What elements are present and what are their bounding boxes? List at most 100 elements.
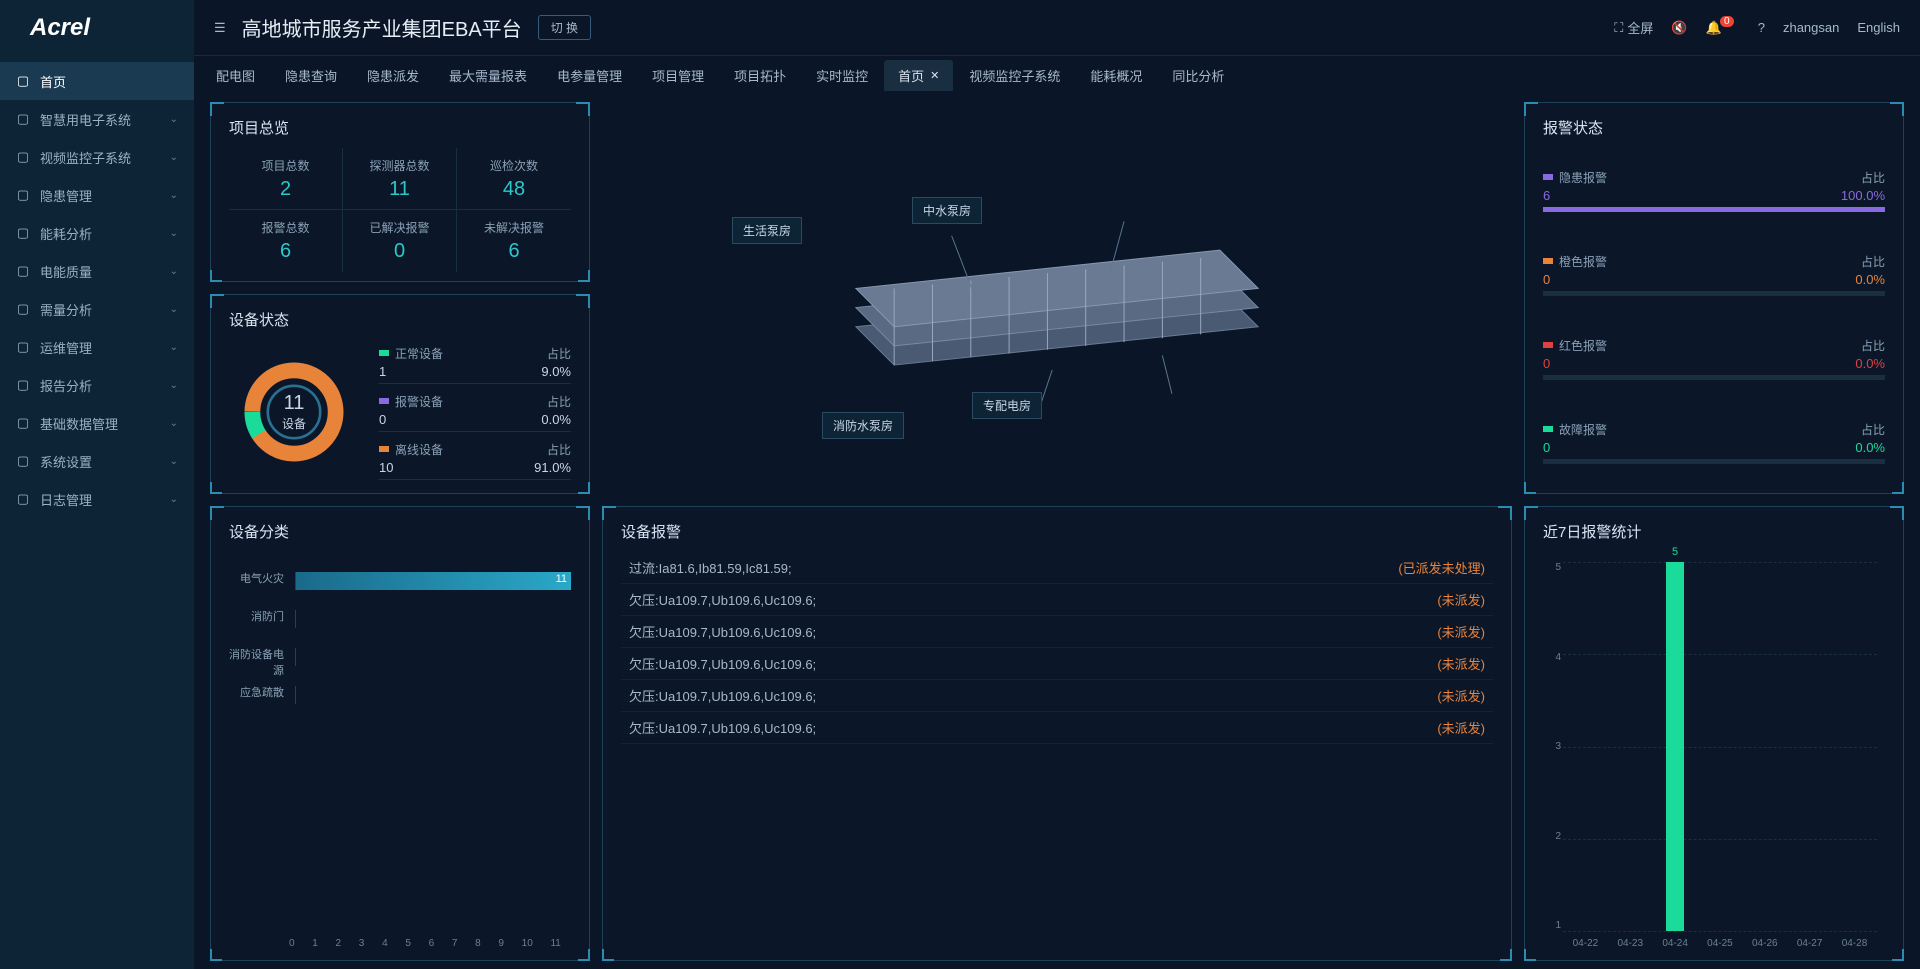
chevron-down-icon: ⌄ <box>170 342 178 353</box>
chevron-down-icon: ⌄ <box>170 114 178 125</box>
report-icon: ▢ <box>16 378 30 392</box>
device-status-row: 正常设备占比19.0% <box>379 345 571 384</box>
alarm-row[interactable]: 欠压:Ua109.7,Ub109.6,Uc109.6;(未派发) <box>621 616 1493 648</box>
alarm-row[interactable]: 欠压:Ua109.7,Ub109.6,Uc109.6;(未派发) <box>621 680 1493 712</box>
tab-0[interactable]: 配电图 <box>202 60 269 91</box>
sidebar-item-8[interactable]: ▢报告分析⌄ <box>0 366 194 404</box>
help-icon[interactable]: ? <box>1758 20 1765 35</box>
overview-cell: 已解决报警0 <box>343 210 457 272</box>
tab-8[interactable]: 首页✕ <box>884 60 953 91</box>
overview-cell: 巡检次数48 <box>457 148 571 210</box>
device-status-row: 离线设备占比1091.0% <box>379 441 571 480</box>
logo-text: Acrel <box>30 14 90 42</box>
tab-7[interactable]: 实时监控 <box>802 60 882 91</box>
overview-cell: 报警总数6 <box>229 210 343 272</box>
logo: Acrel <box>0 0 194 56</box>
notif-badge: 0 <box>1720 16 1734 27</box>
panel-title: 设备分类 <box>229 521 571 542</box>
overview-grid: 项目总数2探测器总数11巡检次数48报警总数6已解决报警0未解决报警6 <box>229 148 571 272</box>
menu-toggle-icon[interactable]: ☰ <box>214 20 226 36</box>
tab-1[interactable]: 隐患查询 <box>271 60 351 91</box>
tab-3[interactable]: 最大需量报表 <box>435 60 541 91</box>
home-icon: ▢ <box>16 74 30 88</box>
alarm-row[interactable]: 欠压:Ua109.7,Ub109.6,Uc109.6;(未派发) <box>621 648 1493 680</box>
panel-seven-day: 近7日报警统计 54321 5 04-2204-2304-2404-2504-2… <box>1524 506 1904 961</box>
notification-button[interactable]: 🔔 0 <box>1706 20 1740 36</box>
switch-button[interactable]: 切 换 <box>538 15 591 40</box>
gear-icon: ▢ <box>16 454 30 468</box>
sidebar-item-10[interactable]: ▢系统设置⌄ <box>0 442 194 480</box>
room-tag[interactable]: 生活泵房 <box>732 217 802 244</box>
sidebar-item-2[interactable]: ▢视频监控子系统⌄ <box>0 138 194 176</box>
tab-6[interactable]: 项目拓扑 <box>720 60 800 91</box>
panel-title: 近7日报警统计 <box>1543 521 1885 542</box>
device-stats: 正常设备占比19.0%报警设备占比00.0%离线设备占比1091.0% <box>379 340 571 484</box>
dashboard: 项目总览 项目总数2探测器总数11巡检次数48报警总数6已解决报警0未解决报警6… <box>194 94 1920 969</box>
chevron-down-icon: ⌄ <box>170 380 178 391</box>
panel-device-category: 设备分类 电气火灾11消防门消防设备电源应急疏散01234567891011 <box>210 506 590 961</box>
alarm-list: 过流:Ia81.6,Ib81.59,Ic81.59;(已派发未处理)欠压:Ua1… <box>621 552 1493 951</box>
chevron-down-icon: ⌄ <box>170 152 178 163</box>
sidebar-item-5[interactable]: ▢电能质量⌄ <box>0 252 194 290</box>
chevron-down-icon: ⌄ <box>170 456 178 467</box>
alarm-status-row: 隐患报警占比6100.0% <box>1543 169 1885 212</box>
tab-2[interactable]: 隐患派发 <box>353 60 433 91</box>
room-tag[interactable]: 中水泵房 <box>912 197 982 224</box>
day-bar: 5 <box>1666 562 1684 931</box>
close-icon[interactable]: ✕ <box>930 69 939 82</box>
sidebar-item-3[interactable]: ▢隐患管理⌄ <box>0 176 194 214</box>
tab-4[interactable]: 电参量管理 <box>543 60 636 91</box>
panel-project-overview: 项目总览 项目总数2探测器总数11巡检次数48报警总数6已解决报警0未解决报警6 <box>210 102 590 282</box>
category-row: 应急疏散 <box>289 676 571 714</box>
sidebar-item-6[interactable]: ▢需量分析⌄ <box>0 290 194 328</box>
donut-count: 11 <box>284 392 305 415</box>
fullscreen-button[interactable]: ⛶ 全屏 <box>1614 18 1653 37</box>
alarm-status-row: 故障报警占比00.0% <box>1543 421 1885 464</box>
sidebar-item-11[interactable]: ▢日志管理⌄ <box>0 480 194 518</box>
room-tag[interactable]: 消防水泵房 <box>822 412 904 439</box>
panel-title: 项目总览 <box>229 117 571 138</box>
category-row: 消防门 <box>289 600 571 638</box>
sidebar-item-9[interactable]: ▢基础数据管理⌄ <box>0 404 194 442</box>
tab-5[interactable]: 项目管理 <box>638 60 718 91</box>
alarm-row[interactable]: 欠压:Ua109.7,Ub109.6,Uc109.6;(未派发) <box>621 712 1493 744</box>
header-right: ⛶ 全屏 🔇 🔔 0 ? zhangsan English <box>1614 18 1900 37</box>
app-title: 高地城市服务产业集团EBA平台 <box>242 13 522 42</box>
chevron-down-icon: ⌄ <box>170 494 178 505</box>
username[interactable]: zhangsan <box>1783 20 1839 35</box>
language-switch[interactable]: English <box>1857 20 1900 35</box>
room-tag[interactable]: 专配电房 <box>972 392 1042 419</box>
chevron-down-icon: ⌄ <box>170 266 178 277</box>
alarm-row[interactable]: 过流:Ia81.6,Ib81.59,Ic81.59;(已派发未处理) <box>621 552 1493 584</box>
category-row: 消防设备电源 <box>289 638 571 676</box>
building-model[interactable] <box>620 116 1494 480</box>
panel-3d-building: 生活泵房 中水泵房 消防水泵房 专配电房 <box>602 102 1512 494</box>
bars-icon: ▢ <box>16 226 30 240</box>
alarm-status-list: 隐患报警占比6100.0%橙色报警占比00.0%红色报警占比00.0%故障报警占… <box>1543 148 1885 484</box>
alarm-row[interactable]: 欠压:Ua109.7,Ub109.6,Uc109.6;(未派发) <box>621 584 1493 616</box>
sidebar-item-7[interactable]: ▢运维管理⌄ <box>0 328 194 366</box>
quality-icon: ▢ <box>16 264 30 278</box>
category-row: 电气火灾11 <box>289 562 571 600</box>
nav: ▢首页▢智慧用电子系统⌄▢视频监控子系统⌄▢隐患管理⌄▢能耗分析⌄▢电能质量⌄▢… <box>0 56 194 969</box>
sidebar-item-1[interactable]: ▢智慧用电子系统⌄ <box>0 100 194 138</box>
main: ☰ 高地城市服务产业集团EBA平台 切 换 ⛶ 全屏 🔇 🔔 0 ? zhang… <box>194 0 1920 969</box>
alarm-status-row: 红色报警占比00.0% <box>1543 337 1885 380</box>
category-chart: 电气火灾11消防门消防设备电源应急疏散01234567891011 <box>229 552 571 951</box>
chevron-down-icon: ⌄ <box>170 190 178 201</box>
donut-chart: 11 设备 <box>229 340 359 484</box>
tab-9[interactable]: 视频监控子系统 <box>955 60 1074 91</box>
tab-10[interactable]: 能耗概况 <box>1076 60 1156 91</box>
chevron-down-icon: ⌄ <box>170 418 178 429</box>
demand-icon: ▢ <box>16 302 30 316</box>
panel-alarm-status: 报警状态 隐患报警占比6100.0%橙色报警占比00.0%红色报警占比00.0%… <box>1524 102 1904 494</box>
ops-icon: ▢ <box>16 340 30 354</box>
sidebar-item-0[interactable]: ▢首页 <box>0 62 194 100</box>
chart-icon: ▢ <box>16 112 30 126</box>
video-icon: ▢ <box>16 150 30 164</box>
sidebar-item-4[interactable]: ▢能耗分析⌄ <box>0 214 194 252</box>
overview-cell: 探测器总数11 <box>343 148 457 210</box>
panel-title: 报警状态 <box>1543 117 1885 138</box>
mute-icon[interactable]: 🔇 <box>1671 20 1687 36</box>
tab-11[interactable]: 同比分析 <box>1158 60 1238 91</box>
